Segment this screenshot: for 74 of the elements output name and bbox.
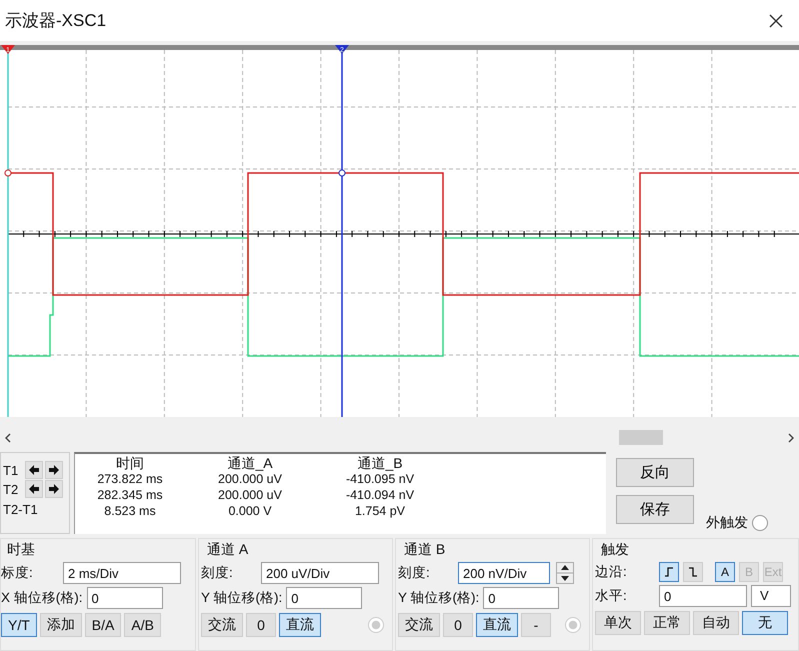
edge-button[interactable]: [683, 562, 703, 582]
coupling-button[interactable]: 交流: [398, 613, 440, 637]
readout-value: 200.000 uV: [217, 487, 283, 503]
cursor-left-button[interactable]: [25, 480, 43, 498]
readout-value: -410.095 nV: [344, 471, 416, 487]
readout-value: -410.094 nV: [344, 487, 416, 503]
edge-button[interactable]: [659, 562, 679, 582]
coupling-button[interactable]: 0: [443, 613, 473, 637]
column-header: 通道_B: [356, 455, 404, 471]
readout-value: 200.000 uV: [217, 471, 283, 487]
scroll-left-icon[interactable]: [4, 432, 12, 442]
trigger-mode-button[interactable]: 无: [742, 611, 788, 635]
action-button[interactable]: 反向: [616, 458, 694, 487]
field-label: 刻度:: [398, 564, 431, 582]
input-field[interactable]: 0: [483, 587, 560, 609]
coupling-button[interactable]: 交流: [201, 613, 243, 637]
mode-button[interactable]: A/B: [124, 613, 161, 637]
input-field[interactable]: 0: [286, 587, 362, 609]
readout-value: 8.523 ms: [103, 503, 157, 519]
mode-button[interactable]: 添加: [40, 613, 82, 637]
unit-field[interactable]: V: [751, 585, 791, 607]
cursor-right-button[interactable]: [45, 461, 63, 479]
action-button[interactable]: 保存: [616, 495, 694, 524]
scroll-thumb[interactable]: [619, 430, 663, 445]
input-field[interactable]: 2 ms/Div: [63, 562, 181, 584]
radio-button[interactable]: [565, 617, 581, 633]
field-label: Y 轴位移(格):: [398, 589, 480, 607]
coupling-button[interactable]: 直流: [279, 613, 321, 637]
section-title: 通道 A: [206, 540, 250, 559]
close-icon[interactable]: [769, 14, 783, 28]
trigger-mode-button[interactable]: 单次: [595, 611, 641, 635]
coupling-button[interactable]: -: [521, 613, 551, 637]
section-title: 时基: [6, 540, 36, 559]
window-title: 示波器-XSC1: [5, 10, 106, 32]
trigger-mode-button[interactable]: 自动: [693, 611, 739, 635]
trigger-mode-button[interactable]: 正常: [644, 611, 690, 635]
section-title: 通道 B: [403, 540, 446, 559]
field-label: 刻度:: [201, 564, 234, 582]
mode-button[interactable]: B/A: [84, 613, 122, 637]
cursor-label: T2-T1: [3, 502, 39, 517]
cursor-line[interactable]: [341, 50, 343, 417]
cursor-left-button[interactable]: [25, 461, 43, 479]
section-title: 触发: [600, 540, 630, 559]
readout-value: 0.000 V: [227, 503, 273, 519]
rising-edge-icon: [664, 567, 674, 577]
field-label: X 轴位移(格):: [1, 589, 82, 607]
input-field[interactable]: 0: [86, 587, 162, 609]
readout-value: 273.822 ms: [96, 471, 164, 487]
field-label: 水平:: [595, 587, 628, 605]
external-trigger-label: 外触发: [706, 514, 748, 532]
input-field[interactable]: 200 uV/Div: [261, 562, 379, 584]
trace-marker: [4, 170, 12, 176]
falling-edge-icon: [688, 567, 698, 577]
coupling-button[interactable]: 0: [246, 613, 276, 637]
cursor-right-button[interactable]: [45, 480, 63, 498]
input-field[interactable]: 200 nV/Div: [458, 562, 550, 584]
readout-value: 1.754 pV: [354, 503, 406, 519]
radio-button[interactable]: [752, 515, 768, 531]
mode-button[interactable]: Y/T: [1, 613, 37, 637]
scroll-right-icon[interactable]: [787, 432, 795, 442]
coupling-button[interactable]: 直流: [476, 613, 518, 637]
field-label: 边沿:: [595, 563, 628, 581]
radio-button[interactable]: [368, 617, 384, 633]
field-label: Y 轴位移(格):: [201, 589, 282, 607]
cursor-label: T1: [3, 462, 20, 478]
trace-marker: [338, 170, 346, 176]
spinner-icon[interactable]: [556, 562, 574, 584]
column-header: 通道_A: [226, 455, 274, 471]
readout-value: 282.345 ms: [96, 487, 164, 503]
column-header: 时间: [115, 455, 145, 471]
field-label: 标度:: [1, 564, 34, 582]
input-field[interactable]: 0: [659, 585, 747, 607]
source-button[interactable]: A: [715, 562, 735, 582]
cursor-label: T2: [3, 482, 20, 496]
